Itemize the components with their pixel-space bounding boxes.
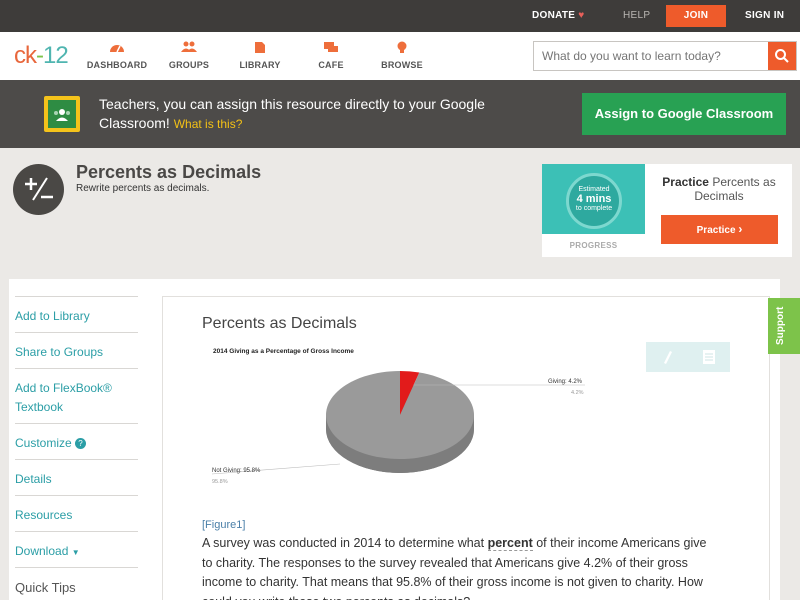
pie-chart: 2014 Giving as a Percentage of Gross Inc… [211,348,585,485]
nav-dashboard[interactable]: DASHBOARD [84,41,150,70]
sidebar-item-quick-tips[interactable]: Quick Tips [15,567,138,597]
google-classroom-banner: Teachers, you can assign this resource d… [0,80,800,148]
chevron-right-icon: › [738,222,743,236]
pie-group [326,371,475,473]
heart-icon: ♥ [578,10,585,21]
nav-groups-label: GROUPS [168,60,210,70]
sidebar-item-resources[interactable]: Resources [15,495,138,525]
sidebar-item-add-library[interactable]: Add to Library [15,296,138,326]
nav-browse-label: BROWSE [381,60,423,70]
practice-title-bold: Practice [662,175,709,189]
search-icon [775,49,789,63]
lightbulb-icon [369,41,435,55]
to-complete-label: to complete [575,205,613,212]
estimated-time-badge: Estimated 4 mins to complete [566,173,622,229]
search-button[interactable] [768,42,796,70]
article-title: Percents as Decimals [202,315,357,332]
giving-label: Giving: 4.2% [548,379,583,385]
pencil-icon[interactable] [664,351,672,364]
figure-caption[interactable]: [Figure1] [202,519,245,531]
google-classroom-icon [44,96,80,132]
nav-library[interactable]: LIBRARY [227,41,293,70]
not-giving-label: Not Giving: 95.8% [212,468,261,474]
signin-link[interactable]: SIGN IN [745,0,784,32]
estimated-label: Estimated [578,186,610,193]
page-title: Percents as Decimals [76,162,262,182]
support-tab[interactable]: Support [768,298,800,354]
nav-library-label: LIBRARY [239,60,281,70]
progress-label: PROGRESS [569,241,618,250]
annotation-tools [646,342,730,372]
chat-bubble-icon [298,41,364,55]
practice-button[interactable]: Practice › [661,215,778,244]
nav-cafe-label: CAFE [318,60,344,70]
assign-google-classroom-button[interactable]: Assign to Google Classroom [582,93,786,135]
logo-12: 12 [43,42,69,69]
sidebar-item-add-flexbook[interactable]: Add to FlexBook® Textbook [15,368,138,417]
nav-cafe[interactable]: CAFE [298,41,364,70]
giving-data-label: 4.2% [571,390,584,396]
help-link[interactable]: HELP [623,0,650,32]
page-subtitle: Rewrite percents as decimals. [76,183,210,194]
sidebar-item-share-groups[interactable]: Share to Groups [15,332,138,362]
library-icon [227,41,293,55]
top-bar: DONATE ♥ HELP JOIN SIGN IN [0,0,800,32]
search-box [533,41,797,71]
main-nav: ck-12 DASHBOARD GROUPS LIBRARY CAFE BROW… [0,32,800,80]
estimated-mins: 4 mins [576,193,612,205]
article-paragraph: A survey was conducted in 2014 to determ… [202,534,718,600]
sidebar: Add to Library Share to Groups Add to Fl… [9,279,152,600]
donate-label: DONATE [532,10,576,21]
sidebar-item-details[interactable]: Details [15,459,138,489]
download-label: Download [15,544,69,558]
practice-button-label: Practice [696,225,736,236]
search-input[interactable] [542,42,767,70]
sidebar-item-customize[interactable]: Customize ? [15,423,138,453]
support-label: Support [775,306,786,345]
help-icon[interactable]: ? [75,438,87,449]
donate-link[interactable]: DONATE ♥ [532,0,585,32]
banner-message: Teachers, you can assign this resource d… [99,96,485,131]
practice-image: Estimated 4 mins to complete [542,164,645,234]
practice-title: Practice Percents as Decimals [656,175,782,203]
banner-text: Teachers, you can assign this resource d… [99,95,519,134]
join-button[interactable]: JOIN [666,5,726,27]
pie-slice-not-giving [326,371,475,459]
para-before: A survey was conducted in 2014 to determ… [202,536,488,550]
practice-card: Estimated 4 mins to complete PROGRESS Pr… [542,164,792,257]
logo-dash: - [36,42,44,69]
logo-ck: ck [14,42,37,69]
chart-title: 2014 Giving as a Percentage of Gross Inc… [213,348,354,355]
nav-groups[interactable]: GROUPS [156,41,222,70]
customize-label: Customize [15,436,72,450]
plus-minus-icon [13,164,64,215]
nav-dashboard-label: DASHBOARD [86,60,148,70]
what-is-this-link[interactable]: What is this? [174,117,243,131]
ck12-logo[interactable]: ck-12 [14,42,69,70]
not-giving-data-label: 95.8% [212,479,228,485]
pie-inner-label: 95.8% [384,476,400,482]
nav-browse[interactable]: BROWSE [369,41,435,70]
keyword-percent[interactable]: percent [487,536,533,551]
groups-icon [156,41,222,55]
dashboard-icon [84,41,150,55]
sidebar-item-download[interactable]: Download ▼ [15,531,138,562]
caret-down-icon: ▼ [71,548,80,557]
notes-icon[interactable] [703,350,715,364]
